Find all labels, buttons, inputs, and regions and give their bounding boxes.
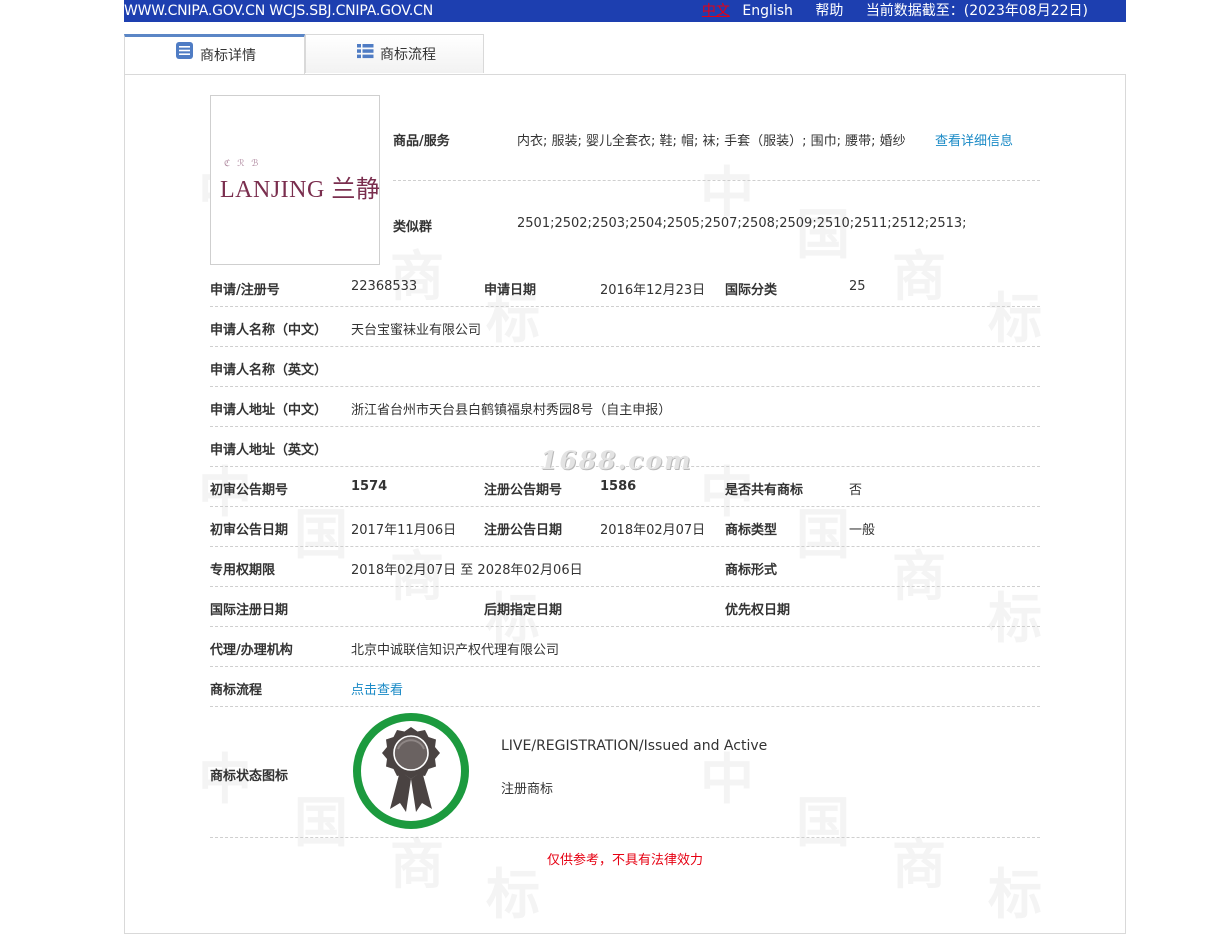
trademark-image[interactable]: ℭ ℛ ℬ LANJING 兰静 <box>210 95 380 265</box>
divider <box>210 506 1040 507</box>
view-details-link[interactable]: 查看详细信息 <box>935 130 1013 149</box>
trademark-logo-text: LANJING 兰静 <box>220 177 381 203</box>
type-value: 一般 <box>849 523 876 538</box>
help-link[interactable]: 帮助 <box>815 3 843 19</box>
reg-pub-no-label: 注册公告期号 <box>484 483 563 498</box>
list-icon <box>357 35 374 75</box>
divider <box>210 346 1040 347</box>
disclaimer: 仅供参考，不具有法律效力 <box>546 853 703 868</box>
shared-label: 是否共有商标 <box>725 483 804 498</box>
reg-no-label: 申请/注册号 <box>210 283 280 298</box>
tab-trademark-process[interactable]: 商标流程 <box>305 34 484 73</box>
app-date-label: 申请日期 <box>484 283 537 298</box>
applicant-en-label: 申请人名称（英文） <box>210 363 328 378</box>
prelim-no-value: 1574 <box>351 479 388 494</box>
watermark-char: 国 <box>796 790 850 854</box>
reg-pub-date-label: 注册公告日期 <box>484 523 563 538</box>
status-icon-label: 商标状态图标 <box>210 769 289 784</box>
divider <box>210 706 1040 707</box>
watermark-char: 国 <box>294 790 348 854</box>
process-label: 商标流程 <box>210 683 263 698</box>
agent-value: 北京中诚联信知识产权代理有限公司 <box>351 643 560 658</box>
site-urls[interactable]: WWW.CNIPA.GOV.CN WCJS.SBJ.CNIPA.GOV.CN <box>124 0 433 22</box>
registered-award-icon <box>351 711 471 835</box>
shared-value: 否 <box>849 483 863 498</box>
app-date-value: 2016年12月23日 <box>600 283 706 298</box>
watermark-char: 商 <box>390 244 444 308</box>
goods-label: 商品/服务 <box>393 134 450 149</box>
lang-english-link[interactable]: English <box>742 3 793 19</box>
divider <box>210 306 1040 307</box>
term-value: 2018年02月07日 至 2028年02月06日 <box>351 563 583 578</box>
watermark-char: 标 <box>988 286 1042 350</box>
similar-group-label: 类似群 <box>393 220 433 235</box>
lang-chinese-link[interactable]: 中文 <box>702 3 730 19</box>
watermark-char: 国 <box>796 502 850 566</box>
intl-reg-date-label: 国际注册日期 <box>210 603 289 618</box>
watermark-char: 国 <box>294 502 348 566</box>
form-label: 商标形式 <box>725 563 778 578</box>
watermark-1688: 1688.com <box>540 446 693 475</box>
later-date-label: 后期指定日期 <box>484 603 563 618</box>
prelim-date-label: 初审公告日期 <box>210 523 289 538</box>
intl-class-label: 国际分类 <box>725 283 778 298</box>
divider <box>210 626 1040 627</box>
applicant-cn-label: 申请人名称（中文） <box>210 323 328 338</box>
top-bar: WWW.CNIPA.GOV.CN WCJS.SBJ.CNIPA.GOV.CN 中… <box>124 0 1126 22</box>
divider <box>210 666 1040 667</box>
divider <box>210 426 1040 427</box>
priority-label: 优先权日期 <box>725 603 791 618</box>
address-cn-value: 浙江省台州市天台县白鹤镇福泉村秀园8号（自主申报） <box>351 403 672 418</box>
divider <box>210 386 1040 387</box>
prelim-no-label: 初审公告期号 <box>210 483 289 498</box>
watermark-char: 商 <box>892 244 946 308</box>
tab-label: 商标详情 <box>200 48 256 64</box>
intl-class-value: 25 <box>849 279 866 294</box>
data-date: 当前数据截至：(2023年08月22日) <box>865 3 1088 19</box>
top-bar-right: 中文 English 帮助 当前数据截至：(2023年08月22日) <box>684 0 1088 22</box>
type-label: 商标类型 <box>725 523 778 538</box>
watermark-char: 商 <box>892 544 946 608</box>
address-cn-label: 申请人地址（中文） <box>210 403 328 418</box>
document-list-icon <box>175 37 194 75</box>
reg-no-value: 22368533 <box>351 279 418 294</box>
tab-label: 商标流程 <box>380 47 436 63</box>
reg-pub-date-value: 2018年02月07日 <box>600 523 706 538</box>
address-en-label: 申请人地址（英文） <box>210 443 328 458</box>
logo-ornament: ℭ ℛ ℬ <box>224 159 261 169</box>
divider <box>210 586 1040 587</box>
goods-value: 内衣; 服装; 婴儿全套衣; 鞋; 帽; 袜; 手套（服装）; 围巾; 腰带; … <box>517 134 906 149</box>
divider <box>210 837 1040 838</box>
term-label: 专用权期限 <box>210 563 276 578</box>
view-process-link[interactable]: 点击查看 <box>351 679 403 698</box>
reg-pub-no-value: 1586 <box>600 479 637 494</box>
similar-group-value: 2501;2502;2503;2504;2505;2507;2508;2509;… <box>517 216 967 231</box>
applicant-cn-value: 天台宝蜜袜业有限公司 <box>351 323 482 338</box>
tab-trademark-details[interactable]: 商标详情 <box>124 34 305 74</box>
status-text-en: LIVE/REGISTRATION/Issued and Active <box>501 738 768 754</box>
prelim-date-value: 2017年11月06日 <box>351 523 457 538</box>
divider <box>210 546 1040 547</box>
status-text-cn: 注册商标 <box>501 782 554 797</box>
agent-label: 代理/办理机构 <box>210 643 293 658</box>
divider <box>393 180 1040 181</box>
